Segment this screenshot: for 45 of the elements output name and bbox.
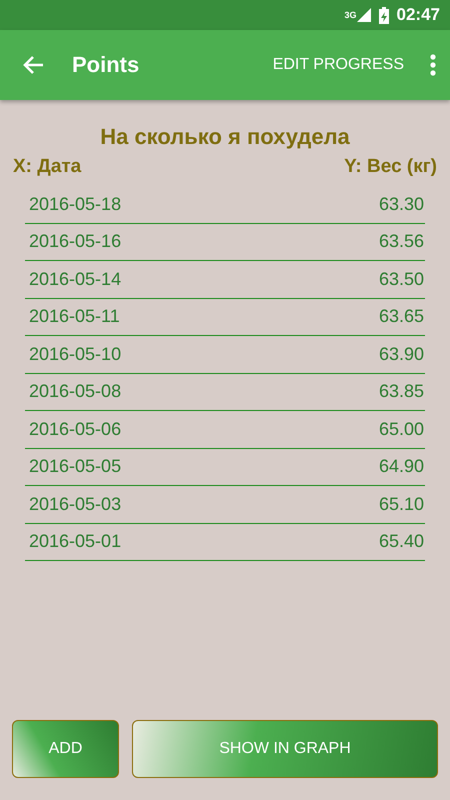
show-in-graph-button[interactable]: SHOW IN GRAPH <box>132 720 438 778</box>
more-menu-button[interactable] <box>430 54 436 76</box>
point-row[interactable]: 2016-05-03 65.10 <box>25 486 425 524</box>
network-type: 3G <box>344 10 357 20</box>
point-date: 2016-05-18 <box>29 194 122 215</box>
point-date: 2016-05-03 <box>29 494 122 515</box>
point-weight: 64.90 <box>378 456 424 478</box>
point-date: 2016-05-01 <box>29 531 122 552</box>
point-date: 2016-05-11 <box>29 306 120 328</box>
point-row[interactable]: 2016-05-14 63.50 <box>25 261 425 298</box>
point-weight: 63.90 <box>378 344 424 365</box>
point-weight: 65.00 <box>378 418 424 440</box>
more-icon <box>430 54 436 76</box>
clock: 02:47 <box>396 5 440 25</box>
back-button[interactable] <box>22 55 44 75</box>
point-date: 2016-05-16 <box>29 231 122 252</box>
signal-icon <box>356 8 371 22</box>
point-row[interactable]: 2016-05-11 63.65 <box>25 298 425 336</box>
battery-icon <box>378 6 389 24</box>
point-date: 2016-05-05 <box>29 456 122 478</box>
point-row[interactable]: 2016-05-06 65.00 <box>25 411 425 448</box>
point-date: 2016-05-06 <box>29 418 122 440</box>
point-date: 2016-05-08 <box>29 381 122 402</box>
point-row[interactable]: 2016-05-16 63.56 <box>25 224 425 261</box>
back-arrow-icon <box>22 55 44 75</box>
point-date: 2016-05-14 <box>29 268 122 290</box>
point-weight: 65.40 <box>378 531 424 552</box>
point-row[interactable]: 2016-05-10 63.90 <box>25 336 425 374</box>
edit-progress-button[interactable]: EDIT PROGRESS <box>268 52 408 78</box>
point-row[interactable]: 2016-05-05 64.90 <box>25 448 425 486</box>
point-row[interactable]: 2016-05-18 63.30 <box>25 186 425 224</box>
point-weight: 63.30 <box>378 194 424 215</box>
point-weight: 63.50 <box>378 268 424 290</box>
screen-title: Points <box>72 52 140 78</box>
add-button[interactable]: ADD <box>12 720 119 778</box>
chart-heading: На сколько я похудела <box>99 124 351 150</box>
point-weight: 63.85 <box>378 381 424 402</box>
point-weight: 65.10 <box>378 494 424 515</box>
point-weight: 63.65 <box>378 306 424 328</box>
point-weight: 63.56 <box>378 231 424 252</box>
x-axis-label: X: Дата <box>13 156 82 178</box>
point-row[interactable]: 2016-05-08 63.85 <box>25 374 425 411</box>
point-row[interactable]: 2016-05-01 65.40 <box>25 524 425 561</box>
point-date: 2016-05-10 <box>29 344 122 365</box>
y-axis-label: Y: Вес (кг) <box>344 156 437 178</box>
